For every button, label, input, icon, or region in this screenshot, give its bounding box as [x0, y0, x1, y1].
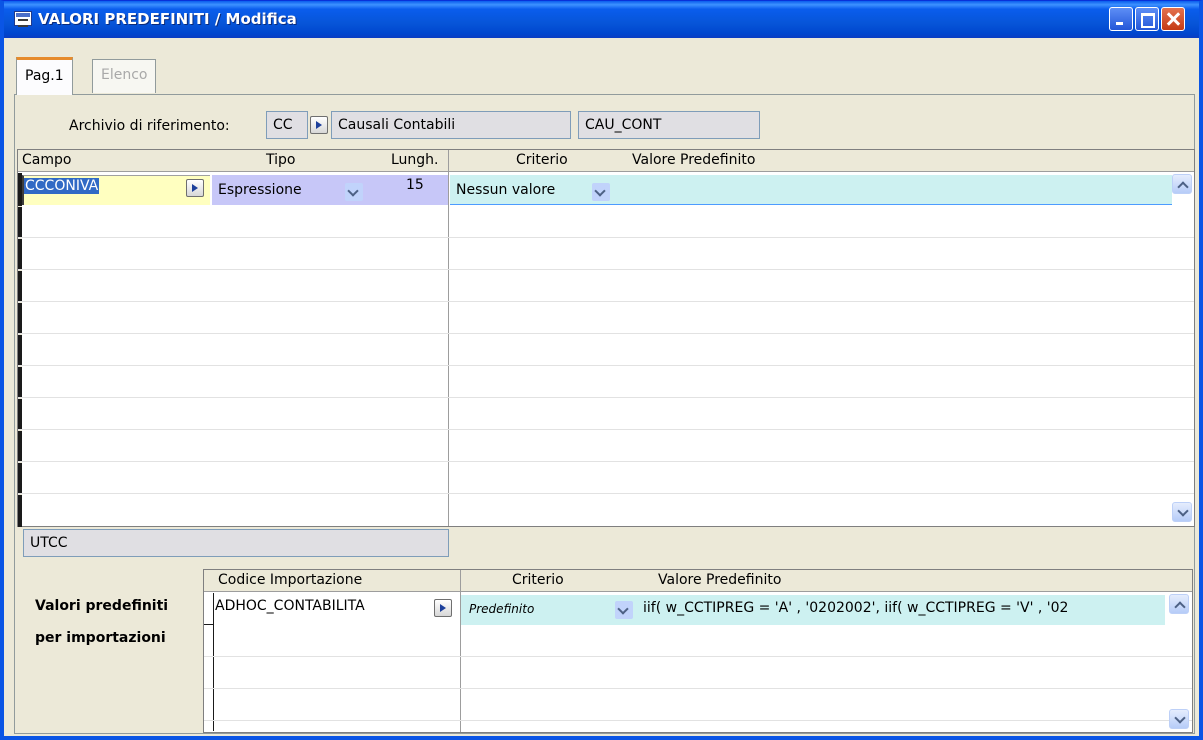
grid-row-line [18, 461, 1194, 462]
archivio-label: Archivio di riferimento: [69, 118, 230, 134]
main-grid-divider [448, 150, 449, 526]
row-marker-gap [18, 270, 22, 271]
import-codice-zoom-button[interactable] [434, 599, 452, 617]
lungh-value[interactable]: 15 [406, 177, 424, 193]
import-row-line [204, 656, 1192, 657]
close-button[interactable] [1161, 7, 1185, 31]
import-row-line [204, 720, 1192, 721]
col-criterio-header[interactable]: Criterio [516, 152, 568, 168]
col-import-criterio-header[interactable]: Criterio [512, 572, 564, 588]
row-marker-gap [18, 462, 22, 463]
row-marker-gap [18, 398, 22, 399]
import-criterio-value[interactable]: Predefinito [469, 602, 534, 616]
col-import-valore-header[interactable]: Valore Predefinito [658, 572, 781, 588]
import-grid-scroll-up[interactable] [1169, 594, 1189, 614]
main-grid: Campo Tipo Lungh. Criterio Valore Predef… [17, 149, 1195, 527]
import-grid: Codice Importazione Criterio Valore Pred… [203, 569, 1193, 733]
archivio-table-field: CAU_CONT [578, 111, 760, 139]
row-marker-column [18, 173, 22, 527]
window-title: VALORI PREDEFINITI / Modifica [38, 10, 297, 28]
criterio-valore-cells [450, 175, 1172, 205]
main-grid-header: Campo Tipo Lungh. Criterio Valore Predef… [18, 150, 1194, 172]
col-lungh-header[interactable]: Lungh. [391, 152, 439, 168]
col-valore-header[interactable]: Valore Predefinito [632, 152, 755, 168]
tab-elenco-label: Elenco [101, 67, 148, 83]
table-row[interactable]: CCCONIVA Espressione 15 Nessun valore [22, 175, 1172, 205]
campo-cell[interactable]: CCCONIVA [22, 175, 210, 205]
main-window: VALORI PREDEFINITI / Modifica Pag.1 Elen… [0, 0, 1203, 740]
archivio-code-field[interactable]: CC [266, 111, 308, 139]
tab-pag1-label: Pag.1 [25, 68, 64, 84]
tipo-dropdown-arrow[interactable] [345, 183, 363, 201]
import-criterio-dropdown-arrow[interactable] [615, 601, 633, 619]
title-bar[interactable]: VALORI PREDEFINITI / Modifica [4, 1, 1199, 38]
grid-row-line [18, 493, 1194, 494]
col-tipo-header[interactable]: Tipo [266, 152, 295, 168]
import-section-label-line2: per importazioni [35, 630, 166, 646]
row-marker-gap [18, 366, 22, 367]
tab-elenco[interactable]: Elenco [92, 59, 157, 93]
row-marker-gap [18, 302, 22, 303]
grid-row-line [18, 333, 1194, 334]
grid-row-line [18, 365, 1194, 366]
main-grid-scroll-up[interactable] [1172, 174, 1192, 194]
col-codice-importazione-header[interactable]: Codice Importazione [218, 572, 362, 588]
campo-zoom-button[interactable] [186, 179, 204, 197]
col-campo-header[interactable]: Campo [22, 152, 71, 168]
criterio-dropdown-arrow[interactable] [592, 183, 610, 201]
import-table-row[interactable]: ADHOC_CONTABILITA Predefinito iif( w_CCT… [215, 595, 1165, 625]
row-marker-gap [18, 334, 22, 335]
tab-pag1[interactable]: Pag.1 [16, 57, 73, 95]
campo-value[interactable]: CCCONIVA [24, 178, 100, 194]
archivio-description-field: Causali Contabili [331, 111, 571, 139]
row-marker-gap [18, 238, 22, 239]
main-grid-scroll-down[interactable] [1172, 502, 1192, 522]
grid-row-line [18, 301, 1194, 302]
tipo-value[interactable]: Espressione [218, 182, 302, 198]
row-marker-gap [18, 494, 22, 495]
minimize-button[interactable] [1109, 7, 1133, 31]
import-row-marker-column [204, 593, 214, 731]
grid-row-line [18, 237, 1194, 238]
criterio-value[interactable]: Nessun valore [456, 182, 555, 198]
grid-row-line [18, 269, 1194, 270]
import-grid-scroll-down[interactable] [1169, 709, 1189, 729]
import-row-line [204, 688, 1192, 689]
tab-pane: Archivio di riferimento: CC Causali Cont… [14, 94, 1195, 734]
window-app-icon [14, 11, 32, 27]
selected-field-display: UTCC [23, 529, 449, 557]
import-grid-header: Codice Importazione Criterio Valore Pred… [204, 570, 1192, 592]
archivio-zoom-button[interactable] [310, 116, 328, 134]
import-codice-value[interactable]: ADHOC_CONTABILITA [215, 598, 365, 614]
import-row-marker-tick [204, 624, 214, 625]
grid-row-line [18, 429, 1194, 430]
import-valore-value[interactable]: iif( w_CCTIPREG = 'A' , '0202002', iif( … [643, 600, 1163, 616]
grid-row-line [18, 397, 1194, 398]
maximize-button[interactable] [1135, 7, 1159, 31]
import-section-label-line1: Valori predefiniti [35, 598, 169, 614]
row-marker-gap [18, 430, 22, 431]
row-marker-gap [18, 206, 22, 207]
